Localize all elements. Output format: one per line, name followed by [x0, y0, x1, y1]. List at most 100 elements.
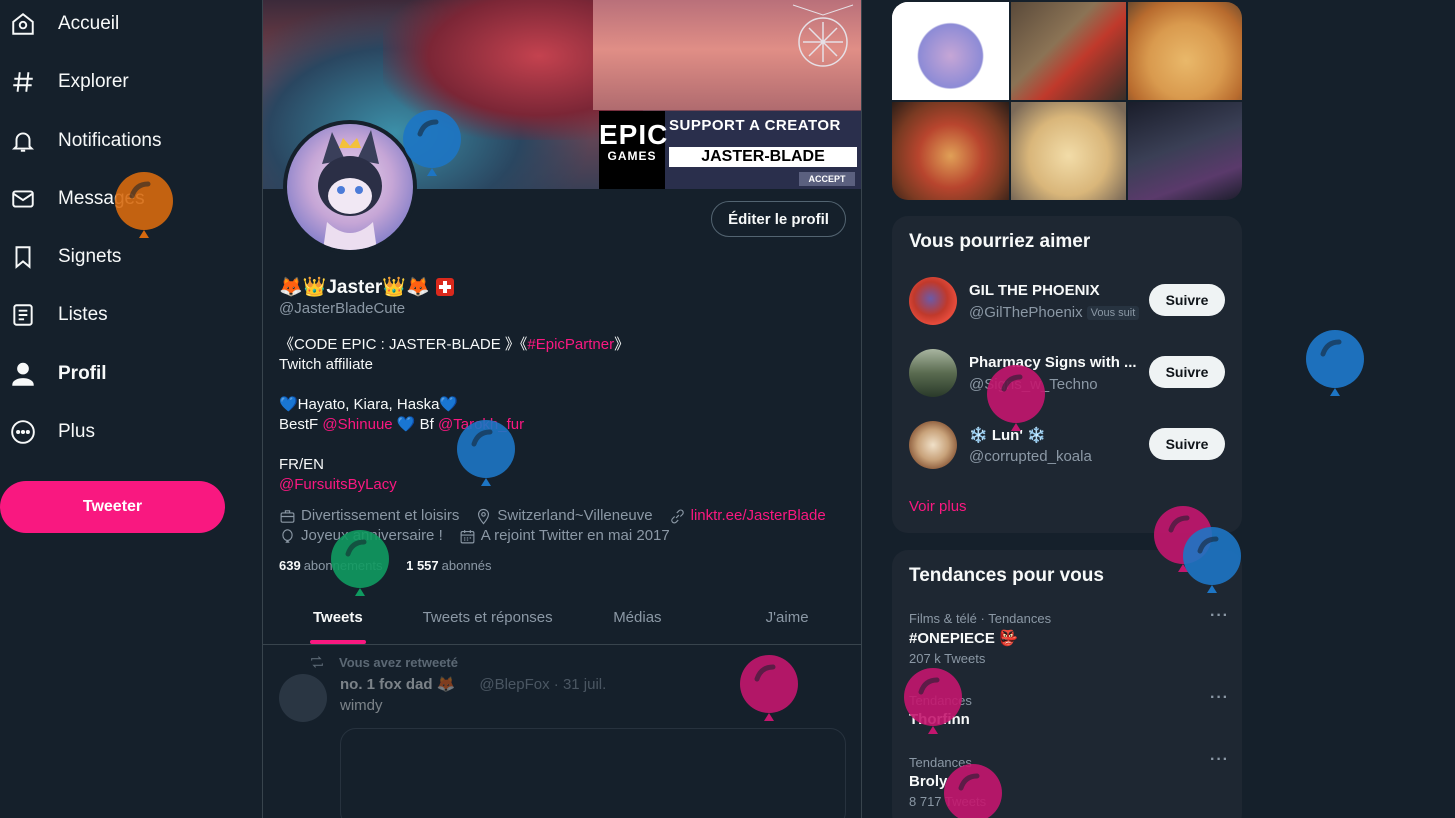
suggestion-handle: @Signs_w_Techno [969, 376, 1098, 393]
website-link[interactable]: linktr.ee/JasterBlade [691, 506, 826, 526]
trend-count: 8 717 Tweets [909, 794, 987, 809]
balloon-icon [282, 528, 293, 543]
media-thumbnail[interactable] [1011, 2, 1126, 100]
nav-item-notifications[interactable]: Notifications [0, 117, 162, 165]
tab-media[interactable]: Médias [563, 590, 713, 644]
joined-item: A rejoint Twitter en mai 2017 [459, 526, 670, 546]
media-thumbnail[interactable] [1011, 102, 1126, 200]
bio-text: 》 [614, 336, 630, 353]
suggestion-handle-text: @GilThePhoenix [969, 304, 1083, 321]
retweet-label: Vous avez retweeté [339, 654, 458, 670]
creator-code: JASTER-BLADE [669, 147, 857, 167]
tweet-header: no. 1 fox dad 🦊 @BlepFox · 31 juil. [340, 675, 606, 694]
tweet-media[interactable] [340, 728, 846, 818]
profile-column: EPIC GAMES SUPPORT A CREATOR JASTER-BLAD… [262, 0, 862, 818]
followers-count: 1 557 [406, 558, 439, 573]
tweet-avatar[interactable] [279, 674, 327, 722]
suggestion-avatar[interactable] [909, 349, 957, 397]
category-text: Divertissement et loisirs [301, 507, 460, 524]
media-thumbnail[interactable] [892, 102, 1009, 200]
follow-button[interactable]: Suivre [1149, 356, 1225, 388]
tweet-author-name[interactable]: no. 1 fox dad 🦊 [340, 675, 455, 693]
follow-button[interactable]: Suivre [1149, 284, 1225, 316]
suggestion-item[interactable]: GIL THE PHOENIX @GilThePhoenix Vous suit… [909, 276, 1229, 326]
nav-item-home[interactable]: Accueil [0, 0, 119, 48]
suggestion-name[interactable]: GIL THE PHOENIX [969, 282, 1141, 299]
following-link[interactable]: 639 abonnements [279, 558, 382, 573]
trend-context: Tendances [909, 693, 972, 708]
who-to-follow-panel: Vous pourriez aimer GIL THE PHOENIX @Gil… [892, 216, 1242, 533]
tab-tweets[interactable]: Tweets [263, 590, 413, 644]
suggestion-handle-text: @corrupted_koala [969, 448, 1092, 465]
more-options-icon[interactable]: ··· [1210, 751, 1229, 769]
tweet-button[interactable]: Tweeter [0, 481, 225, 533]
profile-bio: 《CODE EPIC : JASTER-BLADE 》《#EpicPartner… [279, 335, 629, 495]
epic-games-logo: EPIC GAMES [599, 111, 667, 189]
trend-item[interactable]: Films & télé · Tendances #ONEPIECE 👺 207… [909, 607, 1229, 666]
birthday-text: Joyeux anniversaire ! [301, 527, 443, 544]
nav-item-more[interactable]: Plus [0, 408, 95, 456]
trend-item[interactable]: Tendances Thorfinn ··· [909, 689, 1229, 728]
profile-meta: Divertissement et loisirs Switzerland~Vi… [279, 506, 842, 546]
sigil-icon [792, 4, 854, 67]
nav-item-bookmarks[interactable]: Signets [0, 233, 121, 281]
balloon-icon [1306, 330, 1364, 396]
suggestion-name[interactable]: Pharmacy Signs with ... [969, 354, 1141, 371]
retweet-icon [311, 656, 323, 668]
trend-item[interactable]: Tendances Broly 8 717 Tweets ··· [909, 751, 1229, 809]
display-name: 🦊👑Jaster👑🦊 [279, 277, 430, 298]
avatar-art [318, 130, 382, 250]
suggestion-name[interactable]: ❄️ Lun' ❄️ [969, 426, 1141, 444]
profile-tabs: Tweets Tweets et réponses Médias J'aime [263, 590, 861, 645]
bell-icon [11, 132, 35, 152]
profile-handle: @JasterBladeCute [279, 300, 406, 317]
media-thumbnail[interactable] [1128, 102, 1242, 200]
followers-label: abonnés [441, 558, 492, 573]
mention-link[interactable]: @Shinuue [322, 416, 392, 433]
more-options-icon[interactable]: ··· [1210, 607, 1229, 625]
bookmark-icon [15, 246, 31, 269]
nav-label: Accueil [58, 13, 120, 34]
media-thumbnail[interactable] [1128, 2, 1242, 100]
sidebar-nav: Accueil Explorer Notifications Messages … [0, 0, 262, 818]
followers-link[interactable]: 1 557 abonnés [406, 558, 491, 573]
joined-text: A rejoint Twitter en mai 2017 [480, 527, 670, 544]
tab-likes[interactable]: J'aime [712, 590, 861, 644]
nav-item-messages[interactable]: Messages [0, 175, 145, 223]
category-item: Divertissement et loisirs [279, 506, 459, 526]
nav-label: Messages [58, 188, 145, 209]
follow-button[interactable]: Suivre [1149, 428, 1225, 460]
nav-label: Explorer [58, 71, 129, 92]
nav-item-lists[interactable]: Listes [0, 291, 108, 339]
media-thumbnail[interactable] [892, 2, 1009, 100]
tab-tweets-replies[interactable]: Tweets et réponses [413, 590, 563, 644]
swiss-flag-icon [435, 278, 454, 296]
profile-media-grid [892, 2, 1242, 200]
suggestion-item[interactable]: Pharmacy Signs with ... @Signs_w_Techno … [909, 348, 1229, 398]
bio-text: Twitch affiliate [279, 356, 373, 373]
envelope-icon [12, 190, 34, 208]
hashtag-link[interactable]: #EpicPartner [527, 336, 614, 353]
suggestion-avatar[interactable] [909, 277, 957, 325]
show-more-link[interactable]: Voir plus [909, 498, 967, 515]
nav-label: Listes [58, 304, 108, 325]
more-options-icon[interactable]: ··· [1210, 689, 1229, 707]
support-creator-text: SUPPORT A CREATOR [669, 117, 841, 134]
edit-profile-button[interactable]: Éditer le profil [711, 201, 846, 237]
nav-item-profile[interactable]: Profil [0, 350, 107, 398]
nav-item-explore[interactable]: Explorer [0, 58, 129, 106]
suggestion-avatar[interactable] [909, 421, 957, 469]
location-item: Switzerland~Villeneuve [475, 506, 653, 526]
suggestion-handle-text: @Signs_w_Techno [969, 376, 1098, 393]
trend-topic: Thorfinn [909, 711, 970, 728]
suggestion-item[interactable]: ❄️ Lun' ❄️ @corrupted_koala Suivre [909, 420, 1229, 470]
bio-text: 💙Hayato, Kiara, Haska💙 [279, 396, 459, 413]
tweet-text: wimdy [340, 697, 383, 714]
mention-link[interactable]: @Tarokh_fur [438, 416, 524, 433]
nav-label: Notifications [58, 130, 162, 151]
epic-logo-bottom: GAMES [607, 149, 657, 163]
website-item[interactable]: linktr.ee/JasterBlade [669, 506, 826, 526]
mention-link[interactable]: @FursuitsByLacy [279, 476, 397, 493]
bio-text: BestF [279, 416, 323, 433]
profile-avatar[interactable] [283, 120, 417, 254]
